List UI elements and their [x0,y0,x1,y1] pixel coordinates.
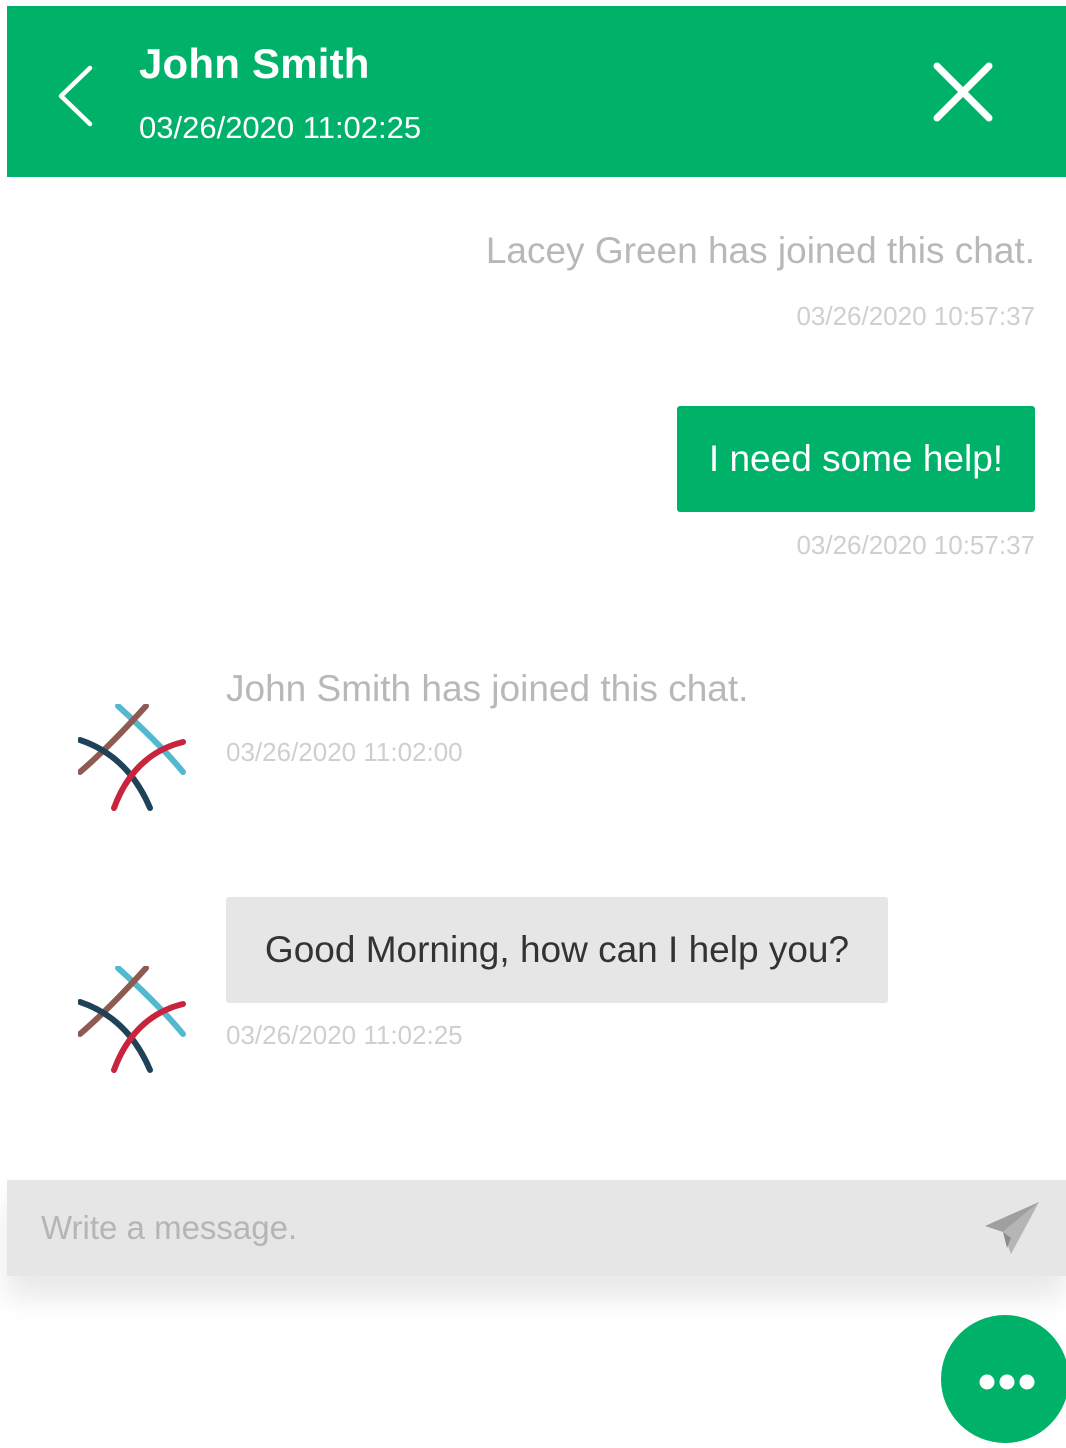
system-message: John Smith has joined this chat. [226,668,749,709]
message-timestamp: 03/26/2020 10:57:37 [796,301,1035,331]
message-composer [7,1180,1066,1276]
incoming-message-bubble: Good Morning, how can I help you? [226,897,888,1003]
send-button[interactable] [981,1198,1043,1258]
agent-logo-icon [77,965,186,1073]
agent-logo-icon [77,703,186,811]
chat-timestamp: 03/26/2020 11:02:25 [139,110,422,145]
chat-title: John Smith [139,40,370,87]
message-input[interactable] [27,1194,967,1262]
outgoing-message-bubble: I need some help! [677,406,1035,512]
message-timestamp: 03/26/2020 11:02:00 [226,737,463,767]
chat-window: John Smith 03/26/2020 11:02:25 Lacey Gre… [7,6,1066,1276]
agent-avatar [77,703,186,812]
message-timestamp: 03/26/2020 11:02:25 [226,1020,463,1050]
more-dots-icon [979,1374,1035,1390]
close-button[interactable] [925,54,1001,130]
system-message: Lacey Green has joined this chat. [485,230,1035,271]
agent-avatar [77,965,186,1074]
back-button[interactable] [43,54,103,134]
chat-menu-button[interactable] [941,1315,1066,1443]
send-icon [985,1202,1039,1254]
message-timestamp: 03/26/2020 10:57:37 [796,530,1035,560]
close-icon [933,62,993,122]
chevron-left-icon [58,65,93,127]
chat-header: John Smith 03/26/2020 11:02:25 [7,6,1066,177]
